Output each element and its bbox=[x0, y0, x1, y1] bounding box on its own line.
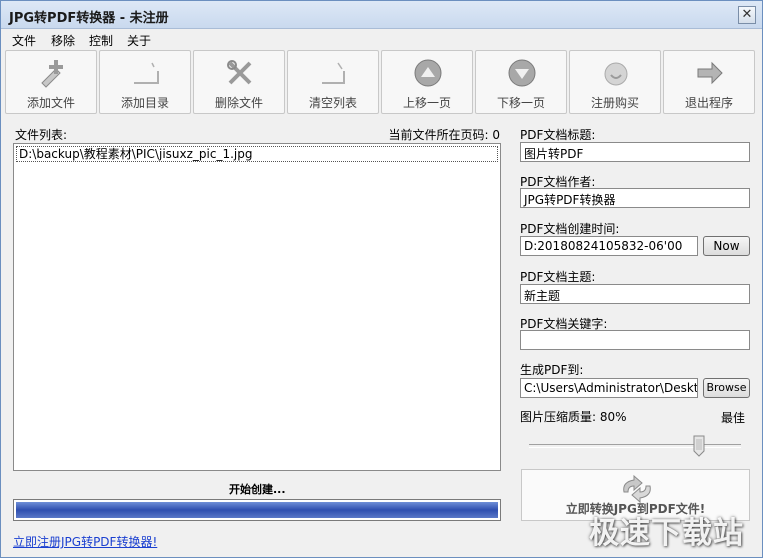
toolbar: 添加文件 添加目录 删除文件 清空列表 上移一页 下移一页 注册购买 退出程序 bbox=[5, 50, 760, 114]
pdf-date-field[interactable]: D:20180824105832-06'00 bbox=[520, 236, 698, 256]
menu-about[interactable]: 关于 bbox=[127, 32, 151, 49]
clear-list-label: 清空列表 bbox=[308, 96, 357, 110]
delete-file-button[interactable]: 删除文件 bbox=[193, 50, 285, 114]
list-item[interactable]: D:\backup\教程素材\PIC\jisuxz_pic_1.jpg bbox=[16, 146, 498, 162]
pdf-title-label: PDF文档标题: bbox=[520, 128, 596, 142]
pdf-subject-field[interactable]: 新主题 bbox=[520, 284, 750, 304]
title-bar: JPG转PDF转换器 - 未注册 ✕ bbox=[1, 1, 762, 29]
move-up-icon bbox=[414, 59, 442, 87]
progress-bar bbox=[13, 499, 501, 521]
pdf-author-field[interactable]: JPG转PDF转换器 bbox=[520, 188, 750, 208]
add-folder-label: 添加目录 bbox=[120, 96, 169, 110]
menu-control[interactable]: 控制 bbox=[89, 32, 113, 49]
move-down-icon bbox=[508, 59, 536, 87]
add-folder-icon bbox=[134, 62, 159, 84]
move-down-label: 下移一页 bbox=[496, 96, 545, 110]
browse-button[interactable]: Browse bbox=[703, 378, 750, 398]
quality-slider-track[interactable] bbox=[529, 444, 741, 448]
exit-button[interactable]: 退出程序 bbox=[663, 50, 755, 114]
watermark-logo: 极速下载站 bbox=[589, 516, 744, 551]
quality-label: 图片压缩质量: 80% bbox=[520, 410, 627, 424]
register-link[interactable]: 立即注册JPG转PDF转换器! bbox=[13, 533, 157, 550]
add-folder-button[interactable]: 添加目录 bbox=[99, 50, 191, 114]
file-list-label: 文件列表: bbox=[15, 128, 68, 142]
register-icon bbox=[604, 62, 628, 86]
menu-remove[interactable]: 移除 bbox=[51, 32, 75, 49]
pdf-date-label: PDF文档创建时间: bbox=[520, 222, 620, 236]
clear-list-button[interactable]: 清空列表 bbox=[287, 50, 379, 114]
menu-file[interactable]: 文件 bbox=[12, 32, 36, 49]
quality-slider-thumb[interactable] bbox=[693, 435, 705, 457]
add-file-label: 添加文件 bbox=[26, 96, 75, 110]
delete-file-label: 删除文件 bbox=[214, 96, 263, 110]
exit-label: 退出程序 bbox=[684, 96, 733, 110]
move-up-button[interactable]: 上移一页 bbox=[381, 50, 473, 114]
exit-icon bbox=[697, 61, 723, 85]
add-file-icon bbox=[41, 60, 63, 88]
delete-file-icon bbox=[227, 60, 252, 85]
quality-best-label: 最佳 bbox=[721, 411, 746, 425]
close-button[interactable]: ✕ bbox=[738, 6, 756, 24]
file-list[interactable]: D:\backup\教程素材\PIC\jisuxz_pic_1.jpg bbox=[13, 143, 501, 471]
clear-list-icon bbox=[322, 62, 345, 84]
pdf-title-field[interactable]: 图片转PDF bbox=[520, 142, 750, 162]
output-path-field[interactable]: C:\Users\Administrator\Desktop bbox=[520, 378, 698, 398]
move-down-button[interactable]: 下移一页 bbox=[475, 50, 567, 114]
current-page-label: 当前文件所在页码: 0 bbox=[388, 128, 501, 142]
progress-fill bbox=[16, 502, 498, 518]
add-file-button[interactable]: 添加文件 bbox=[5, 50, 97, 114]
status-text: 开始创建... bbox=[229, 483, 286, 496]
now-button[interactable]: Now bbox=[703, 236, 750, 256]
window-title: JPG转PDF转换器 - 未注册 bbox=[9, 11, 169, 26]
pdf-keywords-field[interactable] bbox=[520, 330, 750, 350]
register-label: 注册购买 bbox=[590, 96, 639, 110]
move-up-label: 上移一页 bbox=[402, 96, 451, 110]
pdf-subject-label: PDF文档主题: bbox=[520, 270, 596, 284]
output-label: 生成PDF到: bbox=[520, 363, 584, 377]
register-button[interactable]: 注册购买 bbox=[569, 50, 661, 114]
app-window: JPG转PDF转换器 - 未注册 ✕ 文件 移除 控制 关于 添加文件 添加目录 bbox=[0, 0, 763, 558]
menu-bar: 文件 移除 控制 关于 bbox=[1, 29, 762, 49]
